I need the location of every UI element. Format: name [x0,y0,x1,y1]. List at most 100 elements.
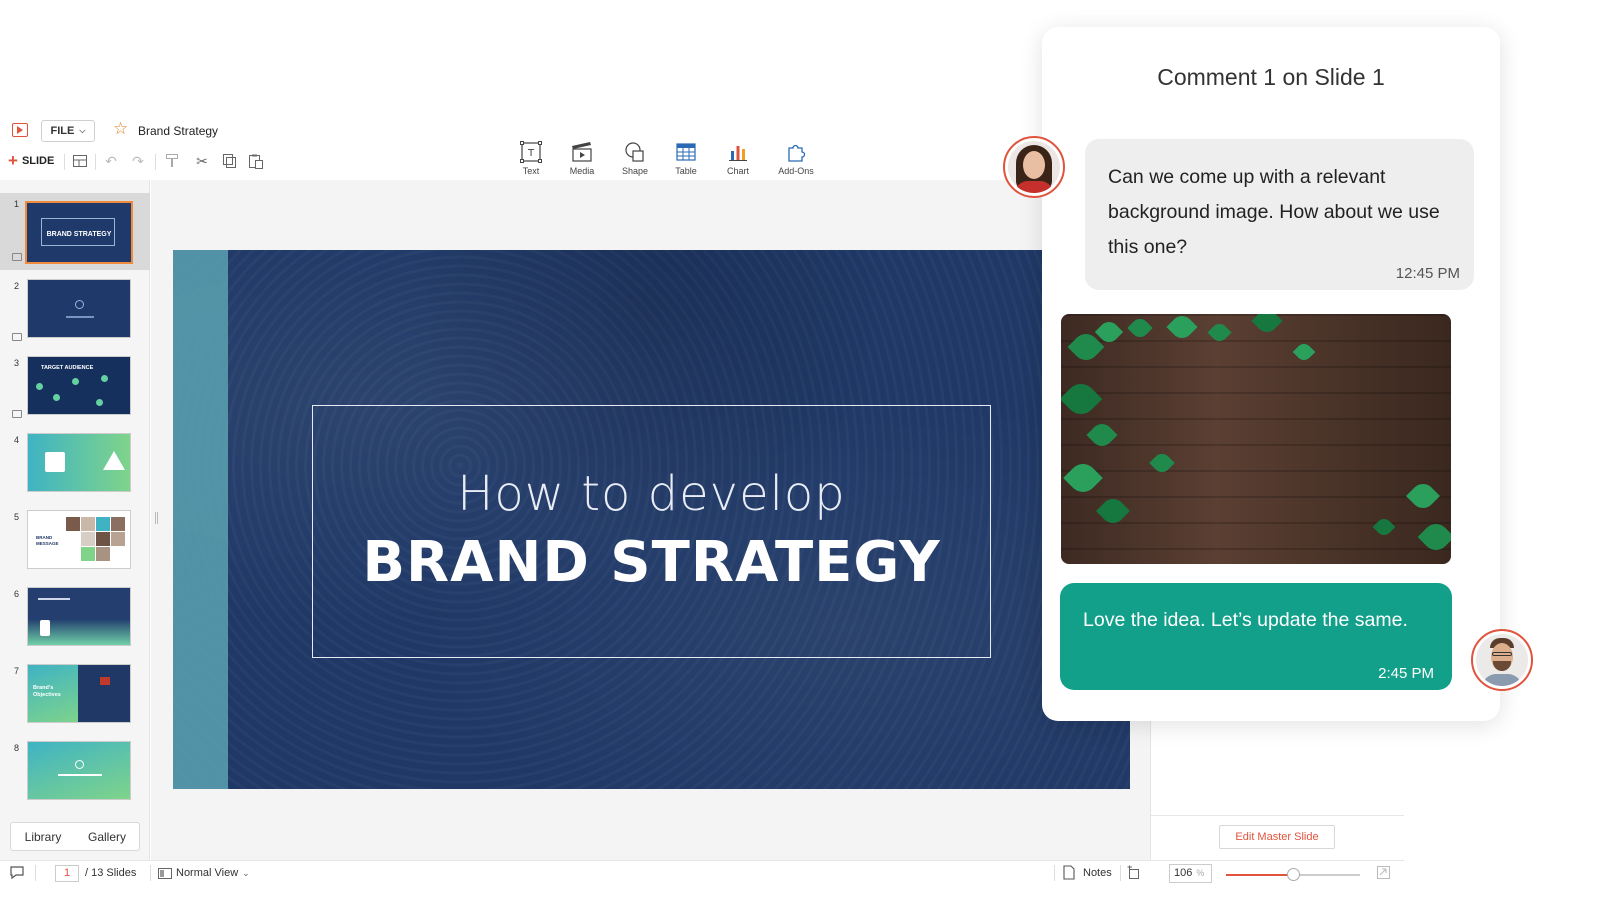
slide-thumbnail[interactable] [27,433,131,492]
slide-thumbnail[interactable]: Brand's Objectives [27,664,131,723]
slide-thumbnail[interactable]: BRAND STRATEGY [25,201,133,264]
current-page-input[interactable]: 1 [55,865,79,882]
add-slide-label: SLIDE [21,154,55,167]
thumb-title: BRAND MESSAGE [36,535,59,546]
comments-icon[interactable] [9,865,25,880]
document-title[interactable]: Brand Strategy [138,124,218,138]
add-slide-button[interactable]: + SLIDE [8,152,54,169]
slide-thumbnail-row[interactable]: 8 [0,737,150,814]
slide-title-line1[interactable]: How to develop [313,466,990,522]
status-bar: 1 / 13 Slides Normal View ⌄ Notes 106% [0,860,1404,886]
reply-timestamp: 2:45 PM [1378,665,1434,682]
transition-icon [12,333,22,341]
panel-resize-handle[interactable] [155,512,158,524]
thumb-dot [101,375,108,382]
leaf-shape [1127,315,1153,341]
star-icon[interactable]: ☆ [113,119,128,139]
comment-message-bubble: Can we come up with a relevant backgroun… [1085,139,1474,290]
status-divider [150,865,151,881]
edit-master-slide-button[interactable]: Edit Master Slide [1219,825,1335,849]
layout-icon[interactable] [71,152,89,170]
slide-accent-strip[interactable] [173,250,228,789]
paste-icon[interactable] [247,152,265,170]
avatar-beard [1493,661,1511,671]
slide-title-line2[interactable]: BRAND STRATEGY [313,530,990,595]
fit-to-screen-icon[interactable] [1377,866,1390,879]
leaf-shape [1292,340,1316,364]
divider [1151,815,1404,816]
library-tab[interactable]: Library [11,830,75,844]
insert-shape-button[interactable]: Shape [611,140,659,176]
avatar-woman[interactable] [1003,136,1065,198]
reply-message-bubble: Love the idea. Let’s update the same. 2:… [1060,583,1452,690]
thumb-photo [111,532,125,546]
avatar-shirt [1482,674,1522,686]
slide-thumbnail[interactable] [27,587,131,646]
slide-thumbnail-row[interactable]: 3 TARGET AUDIENCE [0,352,150,429]
zoom-slider-fill [1226,874,1293,876]
slide-thumbnail-row[interactable]: 7 Brand's Objectives [0,660,150,737]
thumb-dot [36,383,43,390]
slide-sorter-icon[interactable] [1127,865,1141,879]
view-mode-icon [158,867,172,879]
insert-table-button[interactable]: Table [662,140,710,176]
zoom-slider[interactable] [1226,868,1360,881]
app-logo-icon[interactable] [12,123,28,137]
format-painter-icon[interactable] [163,152,181,170]
thumb-text-line [58,774,102,776]
insert-chart-label: Chart [726,166,749,176]
slide-thumbnail-row[interactable]: 4 [0,429,150,506]
thumb-square-shape [45,452,65,472]
slide-thumbnail[interactable] [27,279,131,338]
avatar-shirt [1014,181,1054,193]
notes-button[interactable]: Notes [1063,865,1112,880]
slide-thumbnail[interactable]: BRAND MESSAGE [27,510,131,569]
chevron-down-icon: ⌄ [242,867,250,878]
plus-icon: + [8,151,18,170]
slide-number: 8 [14,743,20,753]
slide-thumbnail-row[interactable]: 6 [0,583,150,660]
leaf-shape [1166,314,1198,343]
slide-thumbnail-panel: 1 BRAND STRATEGY 2 3 TARGET AUDIENCE 4 5… [0,180,150,860]
svg-text:T: T [527,148,535,159]
leaf-shape [1406,479,1440,513]
avatar-man[interactable] [1471,629,1533,691]
transition-icon [12,410,22,418]
redo-icon[interactable]: ↷ [129,152,147,170]
slide-thumbnail-row[interactable]: 5 BRAND MESSAGE [0,506,150,583]
status-divider [1054,865,1055,881]
slide-canvas[interactable]: How to develop BRAND STRATEGY [173,250,1130,789]
insert-addons-label: Add-Ons [778,166,814,176]
clapper-icon [572,142,592,162]
slide-title-box[interactable]: How to develop BRAND STRATEGY [312,405,991,658]
slide-number: 3 [14,358,20,368]
slide-thumbnail-row[interactable]: 1 BRAND STRATEGY [0,193,150,270]
insert-addons-button[interactable]: Add-Ons [772,140,820,176]
zoom-slider-knob[interactable] [1287,868,1300,881]
gallery-tab[interactable]: Gallery [75,830,139,844]
undo-icon[interactable]: ↶ [102,152,120,170]
insert-chart-button[interactable]: Chart [714,140,762,176]
toolbar-divider [95,154,96,170]
slide-number: 1 [14,199,20,209]
slide-thumbnail[interactable]: TARGET AUDIENCE [27,356,131,415]
copy-icon[interactable] [220,152,238,170]
reply-message-text: Love the idea. Let’s update the same. [1083,609,1408,631]
slide-number: 7 [14,666,20,676]
slide-thumbnail-row[interactable]: 2 [0,275,150,352]
slide-number: 5 [14,512,20,522]
zoom-input[interactable]: 106% [1169,864,1212,883]
slide-number: 4 [14,435,20,445]
view-mode-label: Normal View [176,867,239,879]
avatar-face [1023,151,1045,179]
attached-image[interactable] [1061,314,1451,564]
scissors-icon[interactable]: ✂ [193,152,211,170]
view-mode-dropdown[interactable]: Normal View ⌄ [158,867,250,879]
insert-media-button[interactable]: Media [558,140,606,176]
thumb-photo [96,532,110,546]
insert-text-button[interactable]: T Text [507,140,555,176]
comment-message-text: Can we come up with a relevant backgroun… [1108,166,1440,258]
avatar-photo [1008,141,1060,193]
file-menu-button[interactable]: FILE ⌵ [41,120,95,142]
slide-thumbnail[interactable] [27,741,131,800]
